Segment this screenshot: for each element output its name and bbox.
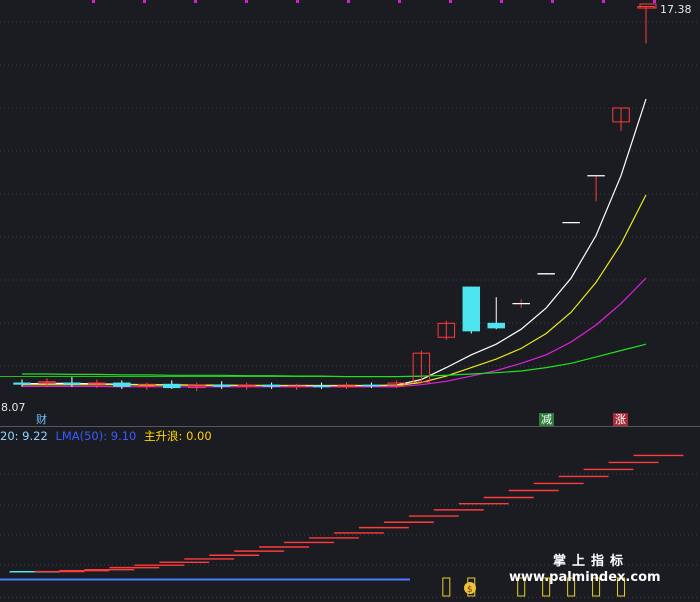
candle-body	[212, 384, 231, 387]
candle-body	[462, 286, 481, 332]
top-tick	[143, 0, 146, 3]
candle-body	[262, 384, 281, 387]
signal-jian-badge[interactable]: 减	[539, 413, 554, 426]
watermark-title: 掌上指标	[553, 554, 630, 569]
money-bag-icon: $	[467, 585, 473, 595]
top-tick	[296, 0, 299, 3]
ma-line	[22, 277, 647, 388]
ma-line	[22, 343, 647, 378]
candle-body	[312, 385, 331, 388]
candle-body	[63, 382, 81, 385]
price-high-label: 17.38	[660, 3, 692, 16]
top-tick	[449, 0, 452, 3]
top-tick	[602, 0, 605, 3]
candle-body	[113, 382, 131, 387]
indicator-readout-lma50: LMA(50): 9.10	[55, 429, 137, 443]
kline-chart[interactable]: $	[0, 0, 700, 602]
indicator-readout-ma20: 20: 9.22	[0, 429, 48, 443]
top-tick	[398, 0, 401, 3]
ma-line	[22, 194, 647, 387]
indicator-readout-main-wave: 主升浪: 0.00	[144, 429, 212, 443]
signal-zhang-badge[interactable]: 涨	[613, 413, 628, 426]
signal-cai-badge[interactable]: 财	[34, 413, 49, 426]
candle-body	[13, 382, 31, 385]
candle-body	[163, 383, 181, 389]
ma-line	[21, 98, 647, 387]
chart-window: $ 17.38 8.07 财 减 涨 20: 9.22 LMA(50): 9.1…	[0, 0, 700, 602]
top-tick	[653, 0, 656, 3]
top-tick	[245, 0, 248, 3]
top-tick	[194, 0, 197, 3]
signal-marker	[442, 577, 451, 597]
top-tick	[500, 0, 503, 3]
candle-body	[487, 322, 505, 329]
top-tick	[551, 0, 554, 3]
top-tick	[92, 0, 95, 3]
high-price-marker	[639, 3, 657, 9]
price-low-label: 8.07	[1, 401, 26, 414]
candle-body	[362, 384, 381, 387]
indicator-readout-bar: 20: 9.22 LMA(50): 9.10 主升浪: 0.00	[0, 429, 216, 443]
watermark-url: www.palmindex.com	[509, 570, 661, 585]
top-tick	[347, 0, 350, 3]
